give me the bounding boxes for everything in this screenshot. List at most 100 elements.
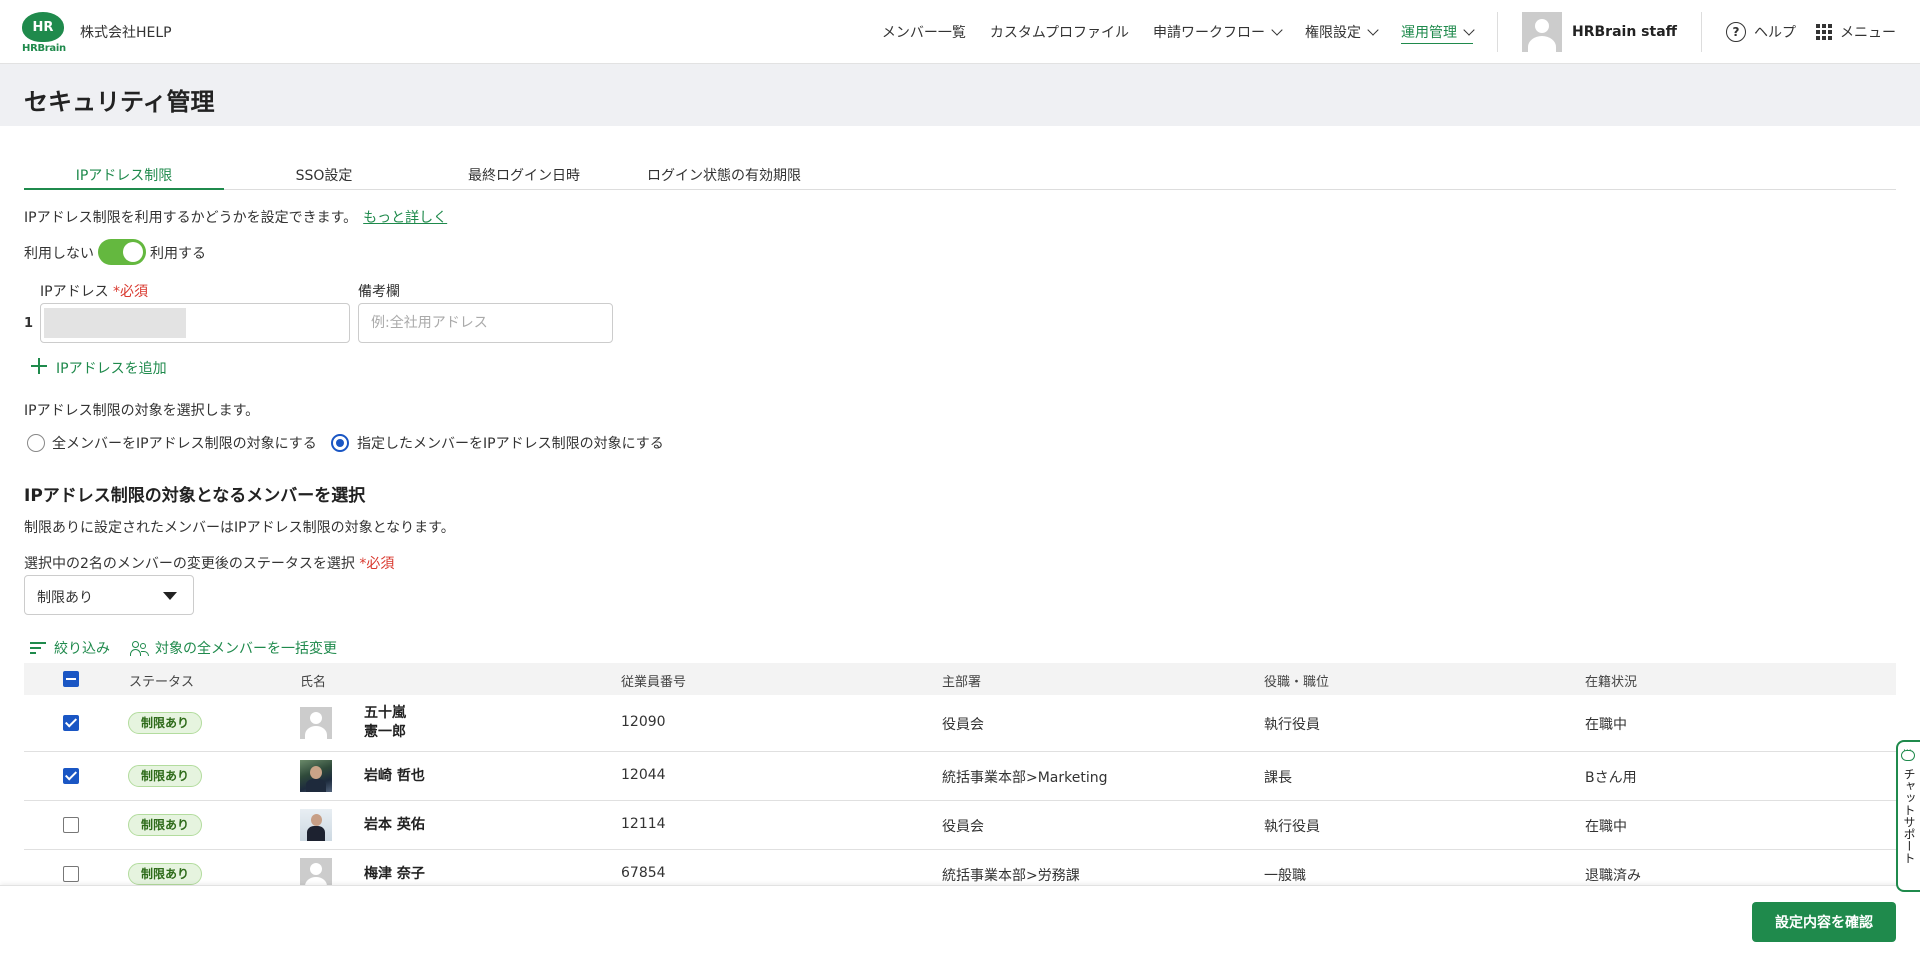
radio-all-members[interactable] [27,434,45,452]
user-menu[interactable]: HRBrain staff [1522,12,1677,52]
table-row[interactable]: 制限あり 岩崎 哲也 12044 統括事業本部>Marketing 課長 Bさん… [24,752,1896,801]
note-field[interactable] [359,304,612,342]
status-badge: 制限あり [128,863,203,885]
table-header: ステータス 氏名 従業員番号 主部署 役職・職位 在籍状況 [24,663,1896,695]
page-title-band: セキュリティ管理 [0,64,1920,126]
menu-label: メニュー [1840,25,1896,41]
nav-custom-profile[interactable]: カスタムプロファイル [990,20,1129,44]
more-details-link[interactable]: もっと詳しく [363,210,447,226]
col-name: 氏名 [300,675,327,690]
filter-label: 絞り込み [54,641,110,657]
col-department: 主部署 [942,675,982,690]
members-section-title: IPアドレス制限の対象となるメンバーを選択 [24,486,366,506]
department: 統括事業本部>労務課 [942,868,1080,884]
nav-member-list[interactable]: メンバー一覧 [882,20,966,44]
radio-specified-members[interactable] [331,434,349,452]
tab-login-expiry[interactable]: ログイン状態の有効期限 [624,165,824,190]
add-ip-button[interactable]: IPアドレスを追加 [56,358,167,378]
filter-icon [30,642,46,654]
member-name[interactable]: 五十嵐 憲一郎 [364,704,406,742]
ip-restriction-toggle[interactable] [98,239,146,265]
table-row[interactable]: 制限あり 五十嵐 憲一郎 12090 役員会 執行役員 在職中 [24,695,1896,752]
row-checkbox[interactable] [63,866,79,882]
department: 役員会 [942,717,984,733]
ip-address-input[interactable] [40,303,350,343]
bulk-change-button[interactable]: 対象の全メンバーを一括変更 [130,638,337,658]
col-status: ステータス [129,675,195,690]
position: 執行役員 [1264,717,1320,733]
note-input[interactable] [358,303,613,343]
avatar [1522,12,1563,52]
member-name[interactable]: 岩崎 哲也 [364,767,425,786]
filter-button[interactable]: 絞り込み [30,638,110,658]
avatar [300,809,332,841]
enrollment-status: Bさん用 [1585,770,1637,786]
help-link[interactable]: ? ヘルプ [1726,22,1796,42]
ip-description: IPアドレス制限を利用するかどうかを設定できます。 [24,210,358,226]
confirm-settings-button[interactable]: 設定内容を確認 [1752,902,1896,942]
nav-permissions[interactable]: 権限設定 [1305,20,1379,44]
nav-divider [1497,12,1499,52]
chevron-down-icon [1271,24,1283,36]
status-badge: 制限あり [128,712,203,734]
department: 役員会 [942,819,984,835]
tab-bar: IPアドレス制限 SSO設定 最終ログイン日時 ログイン状態の有効期限 [24,160,1896,190]
status-badge: 制限あり [128,814,203,836]
chevron-down-icon [1463,23,1475,36]
chevron-down-icon [1367,24,1379,36]
nav-label: 運用管理 [1401,24,1458,41]
user-name: HRBrain staff [1572,24,1677,40]
status-select-value: 制限あり [37,590,93,606]
nav-operations[interactable]: 運用管理 [1401,20,1475,44]
people-icon [130,640,150,656]
option-all-label[interactable]: 全メンバーをIPアドレス制限の対象にする [52,433,317,453]
chat-bubble-icon [1901,746,1915,761]
nav-label: メンバー一覧 [881,25,966,41]
col-enrollment: 在籍状況 [1585,675,1638,690]
status-select[interactable]: 制限あり [24,575,194,615]
note-label: 備考欄 [358,284,400,300]
row-checkbox[interactable] [63,715,79,731]
required-mark: *必須 [113,284,149,300]
members-section-desc: 制限ありに設定されたメンバーはIPアドレス制限の対象となります。 [24,520,455,536]
table-row[interactable]: 制限あり 岩本 英佑 12114 役員会 執行役員 在職中 [24,801,1896,850]
col-employee-no: 従業員番号 [621,675,687,690]
nav-workflow[interactable]: 申請ワークフロー [1153,20,1283,44]
select-all-checkbox[interactable] [63,671,79,687]
redacted-value [44,308,186,338]
toggle-on-label: 利用する [150,246,206,262]
ip-description-line: IPアドレス制限を利用するかどうかを設定できます。 もっと詳しく [24,207,447,227]
avatar [300,707,332,739]
nav-label: 権限設定 [1305,25,1362,41]
chat-support-tab[interactable]: チャットサポート [1896,740,1920,892]
top-nav: メンバー一覧 カスタムプロファイル 申請ワークフロー 権限設定 運用管理 HRB… [870,0,1920,64]
plus-icon [30,357,48,375]
tab-ip-restriction[interactable]: IPアドレス制限 [24,165,224,190]
toggle-off-label: 利用しない [24,246,94,262]
row-checkbox[interactable] [63,768,79,784]
member-name[interactable]: 梅津 奈子 [364,865,425,884]
employee-no: 12090 [621,714,666,730]
employee-no: 12114 [621,816,666,832]
option-specified-label[interactable]: 指定したメンバーをIPアドレス制限の対象にする [357,433,664,453]
page-title: セキュリティ管理 [24,88,215,116]
status-prompt-line: 選択中の2名のメンバーの変更後のステータスを選択 *必須 [24,553,394,573]
nav-label: 申請ワークフロー [1153,25,1266,41]
department: 統括事業本部>Marketing [942,770,1108,786]
hrbrain-logo[interactable]: HR HRBrain [22,12,66,54]
chat-support-label: チャットサポート [1902,768,1916,864]
grid-icon [1816,24,1832,40]
required-mark: *必須 [359,556,395,572]
caret-down-icon [163,592,177,600]
enrollment-status: 在職中 [1585,819,1627,835]
tab-sso[interactable]: SSO設定 [224,165,424,190]
row-checkbox[interactable] [63,817,79,833]
tab-last-login[interactable]: 最終ログイン日時 [424,165,624,190]
nav-divider [1701,12,1702,52]
app-menu-button[interactable]: メニュー [1816,22,1896,42]
status-prompt: 選択中の2名のメンバーの変更後のステータスを選択 [24,556,355,572]
position: 課長 [1264,770,1292,786]
app-header: HR HRBrain 株式会社HELP メンバー一覧 カスタムプロファイル 申請… [0,0,1920,64]
ip-address-label-text: IPアドレス [40,284,109,300]
member-name[interactable]: 岩本 英佑 [364,816,425,835]
